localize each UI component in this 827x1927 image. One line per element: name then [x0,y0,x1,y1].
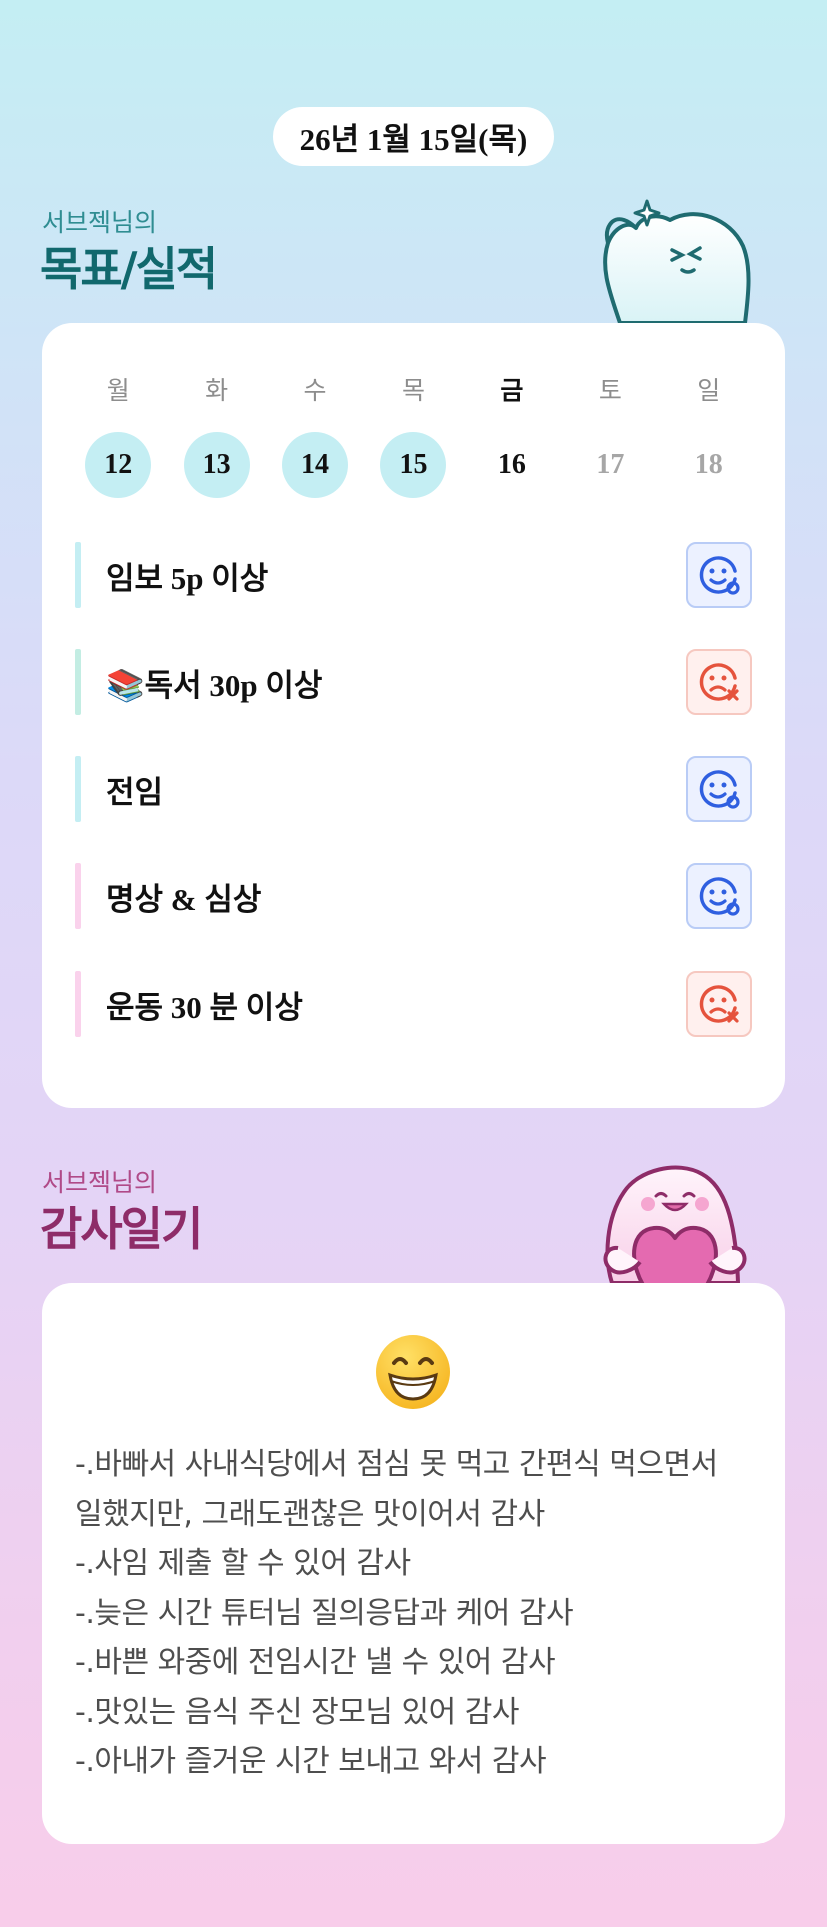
date-18[interactable]: 18 [676,432,742,498]
date-12[interactable]: 12 [85,432,152,498]
date-15[interactable]: 15 [380,432,447,498]
gratitude-line: -.맛있는 음식 주신 장모님 있어 감사 [75,1694,519,1730]
goal-item: 명상 & 심상 [75,863,752,929]
gratitude-line: 일했지만, 그래도괜찮은 맛이어서 감사 [75,1496,545,1532]
goal-label: 📚독서 30p 이상 [106,667,323,704]
date-16[interactable]: 16 [479,432,545,498]
goal-item: 운동 30 분 이상 [75,971,752,1037]
date-17[interactable]: 17 [577,432,643,498]
smile-success-icon [699,556,740,595]
smile-success-icon [699,770,740,809]
goal-status-success[interactable] [686,863,752,929]
goal-status-fail[interactable] [686,971,752,1037]
gratitude-line: -.늦은 시간 튜터님 질의응답과 케어 감사 [75,1595,574,1631]
gratitude-line: -.사임 제출 할 수 있어 감사 [75,1546,411,1581]
frown-fail-icon [699,663,739,701]
date-text: 26년 1월 15일(목) [299,122,528,157]
goal-label: 운동 30 분 이상 [106,989,303,1025]
goal-item: 임보 5p 이상 [75,542,752,608]
date-13[interactable]: 13 [183,432,250,498]
grinning-face-icon [376,1335,450,1409]
goal-status-fail[interactable] [686,649,752,715]
goal-color-bar [75,649,81,715]
gratitude-title: 감사일기 [40,1202,203,1256]
goal-label: 임보 5p 이상 [106,560,269,596]
goal-label: 명상 & 심상 [106,881,262,917]
weekday-mon: 월 [106,376,130,405]
goals-card: 월 화 수 목 금 토 일 12 13 14 15 16 17 18 임보 5p… [42,323,785,1108]
goal-color-bar [75,971,81,1037]
weekday-sun: 일 [697,376,721,405]
teal-mascot-illustration [603,199,751,325]
weekday-sat: 토 [598,376,622,405]
weekday-fri: 금 [500,376,524,405]
goal-item: 전임 [75,756,752,822]
goal-color-bar [75,863,81,929]
goal-label: 전임 [106,774,164,810]
books-emoji-icon: 📚 [106,667,145,704]
weekday-thu: 목 [401,376,425,405]
date-badge: 26년 1월 15일(목) [273,107,554,166]
goal-color-bar [75,542,81,608]
weekday-tue: 화 [205,376,229,405]
gratitude-line: -.바쁜 와중에 전임시간 낼 수 있어 감사 [75,1645,556,1680]
goal-color-bar [75,756,81,822]
goals-title: 목표/실적 [40,242,218,296]
pink-mascot-illustration [603,1165,747,1285]
goal-status-success[interactable] [686,756,752,822]
date-row: 12 13 14 15 16 17 18 [42,432,785,498]
frown-fail-icon [699,985,739,1023]
smile-success-icon [699,877,740,916]
date-14[interactable]: 14 [282,432,349,498]
gratitude-line: -.아내가 즐거운 시간 보내고 와서 감사 [75,1744,547,1779]
gratitude-line: -.바빠서 사내식당에서 점심 못 먹고 간편식 먹으면서 [75,1447,718,1482]
goal-item: 📚독서 30p 이상 [75,649,752,715]
goal-status-success[interactable] [686,542,752,608]
gratitude-entry-text: -.바빠서 사내식당에서 점심 못 먹고 간편식 먹으면서 일했지만, 그래도괜… [75,1440,765,1787]
weekday-wed: 수 [303,376,327,405]
weekday-row: 월 화 수 목 금 토 일 [42,373,785,409]
gratitude-card: -.바빠서 사내식당에서 점심 못 먹고 간편식 먹으면서 일했지만, 그래도괜… [42,1283,785,1844]
